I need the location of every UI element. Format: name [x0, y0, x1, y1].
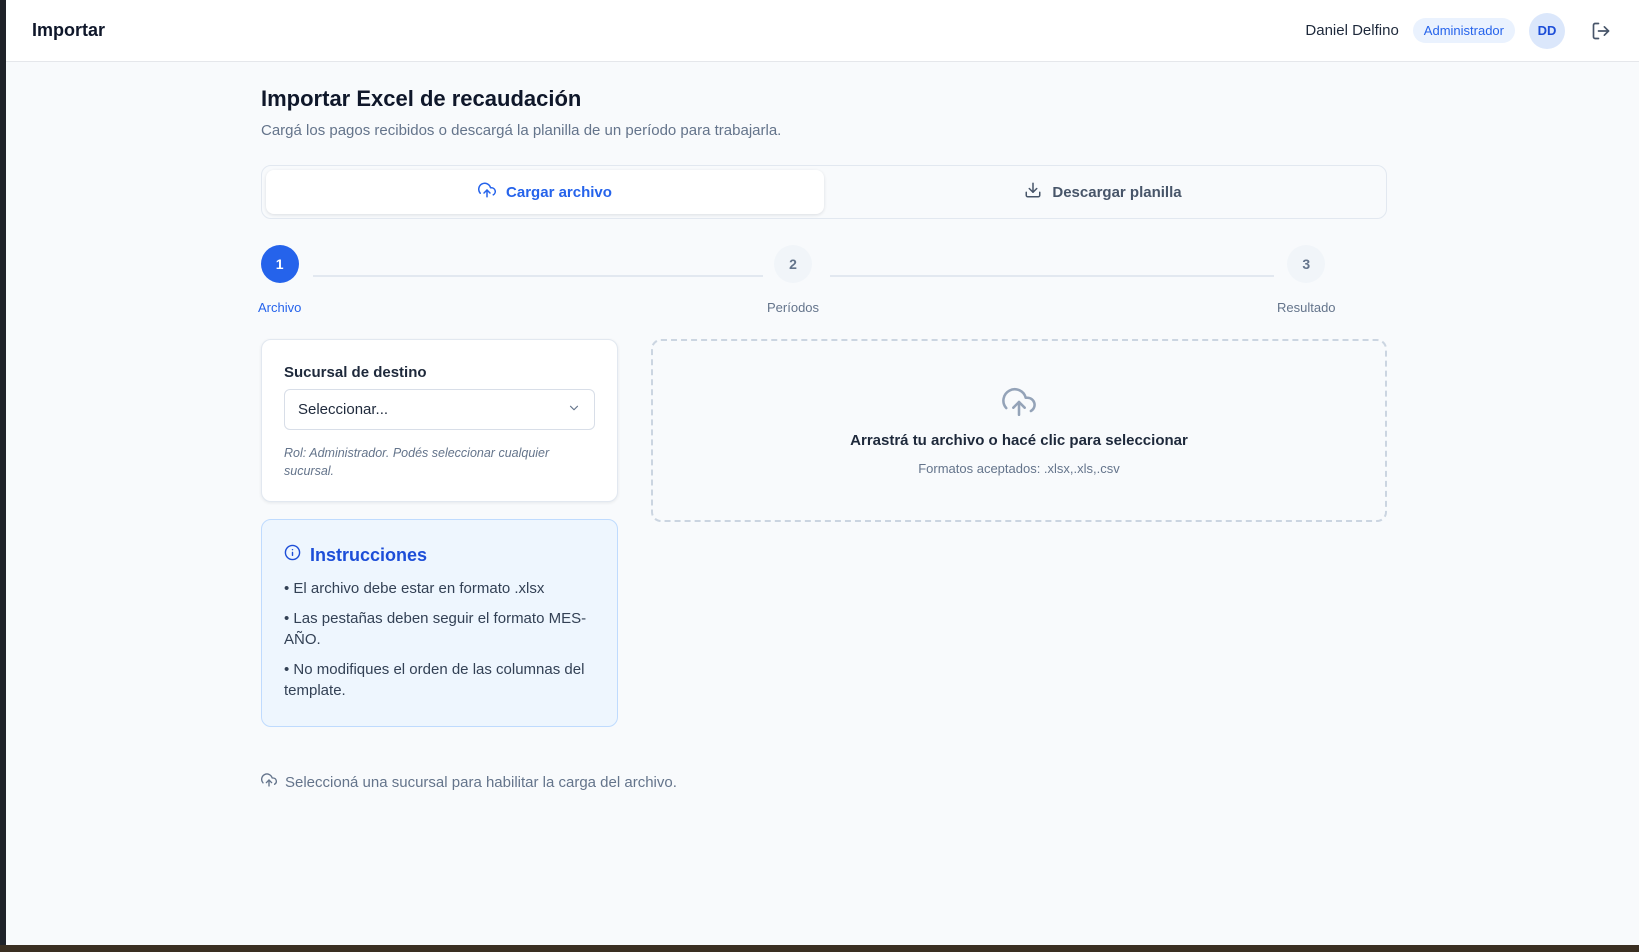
- user-area: Daniel Delfino Administrador DD: [1305, 12, 1613, 49]
- dropzone-formats: Formatos aceptados: .xlsx,.xls,.csv: [918, 461, 1120, 476]
- info-icon: [284, 544, 301, 566]
- chevron-down-icon: [567, 401, 581, 419]
- tab-upload-file[interactable]: Cargar archivo: [266, 170, 824, 214]
- instruction-item: • Las pestañas deben seguir el formato M…: [284, 610, 587, 648]
- dropzone-title: Arrastrá tu archivo o hacé clic para sel…: [850, 432, 1188, 449]
- progress-stepper: 1 Archivo 2 Períodos 3 Resultado: [258, 245, 1387, 315]
- instructions-title-row: Instrucciones: [284, 544, 595, 566]
- instruction-item: • El archivo debe estar en formato .xlsx: [284, 580, 545, 597]
- mode-tabs: Cargar archivo Descargar planilla: [261, 165, 1387, 219]
- page-subtitle: Cargá los pagos recibidos o descargá la …: [261, 122, 782, 139]
- step-label: Resultado: [1277, 300, 1336, 315]
- branch-hint: Rol: Administrador. Podés seleccionar cu…: [284, 446, 550, 478]
- tab-download-template-label: Descargar planilla: [1052, 183, 1182, 201]
- step-number: 2: [774, 245, 813, 283]
- tab-download-template[interactable]: Descargar planilla: [824, 170, 1382, 214]
- instructions-list: • El archivo debe estar en formato .xlsx…: [284, 578, 595, 701]
- branch-card: Sucursal de destino Seleccionar... Rol: …: [261, 339, 618, 502]
- notice-text: Seleccioná una sucursal para habilitar l…: [285, 773, 677, 791]
- download-icon: [1024, 181, 1042, 203]
- desktop-background-strip: [0, 945, 1639, 952]
- logout-icon[interactable]: [1589, 19, 1613, 43]
- instruction-item: • No modifiques el orden de las columnas…: [284, 661, 585, 699]
- tab-upload-file-label: Cargar archivo: [506, 183, 612, 201]
- step-label: Períodos: [767, 300, 820, 315]
- step-connector: [830, 275, 1274, 277]
- top-bar: Importar Daniel Delfino Administrador DD: [6, 0, 1639, 62]
- page-title: Importar Excel de recaudación: [261, 86, 582, 111]
- branch-required-notice: Seleccioná una sucursal para habilitar l…: [261, 772, 677, 792]
- step-number: 3: [1287, 245, 1326, 283]
- cloud-upload-icon: [1002, 385, 1036, 424]
- instructions-title: Instrucciones: [310, 544, 428, 565]
- branch-select-value: Seleccionar...: [298, 401, 389, 418]
- main-content: Importar Excel de recaudación Cargá los …: [258, 86, 1387, 739]
- cloud-upload-icon: [261, 772, 277, 792]
- app-window: Importar Daniel Delfino Administrador DD…: [6, 0, 1639, 945]
- cloud-upload-icon: [478, 181, 497, 203]
- instructions-card: Instrucciones • El archivo debe estar en…: [261, 519, 618, 727]
- branch-label: Sucursal de destino: [284, 364, 427, 381]
- branch-select[interactable]: Seleccionar...: [284, 389, 595, 430]
- step-archivo: 1 Archivo: [258, 245, 301, 315]
- role-badge: Administrador: [1412, 18, 1515, 43]
- step-number: 1: [260, 245, 299, 283]
- step-periodos: 2 Períodos: [767, 245, 819, 315]
- upload-panels: Sucursal de destino Seleccionar... Rol: …: [261, 339, 1387, 739]
- avatar[interactable]: DD: [1529, 12, 1565, 49]
- step-resultado: 3 Resultado: [1277, 245, 1336, 315]
- file-dropzone[interactable]: Arrastrá tu archivo o hacé clic para sel…: [651, 339, 1387, 522]
- step-label: Archivo: [258, 300, 302, 315]
- user-name: Daniel Delfino: [1305, 22, 1399, 39]
- page-header-title: Importar: [32, 20, 106, 40]
- step-connector: [313, 275, 763, 277]
